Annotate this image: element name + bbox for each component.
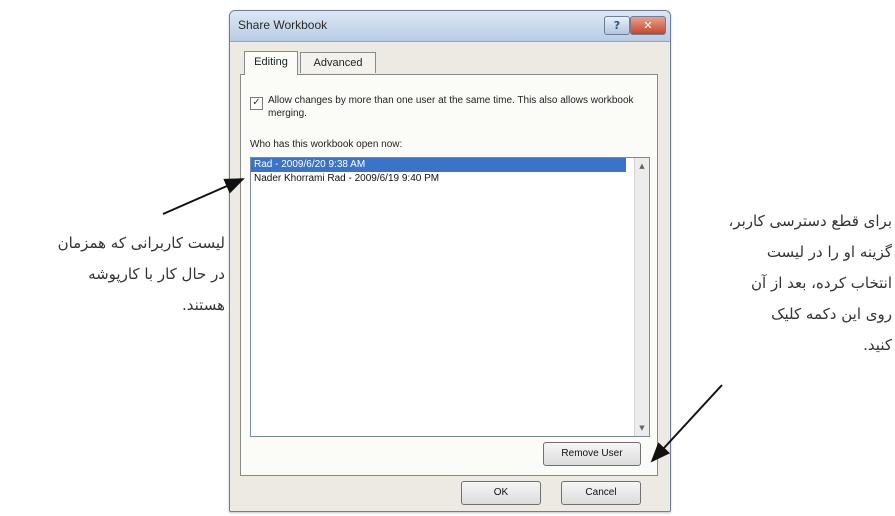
arrow-to-remove-user	[650, 384, 723, 463]
callout-arrows	[162, 178, 723, 463]
tab-editing[interactable]: Editing	[244, 51, 298, 75]
arrow-to-user-list	[162, 178, 245, 215]
